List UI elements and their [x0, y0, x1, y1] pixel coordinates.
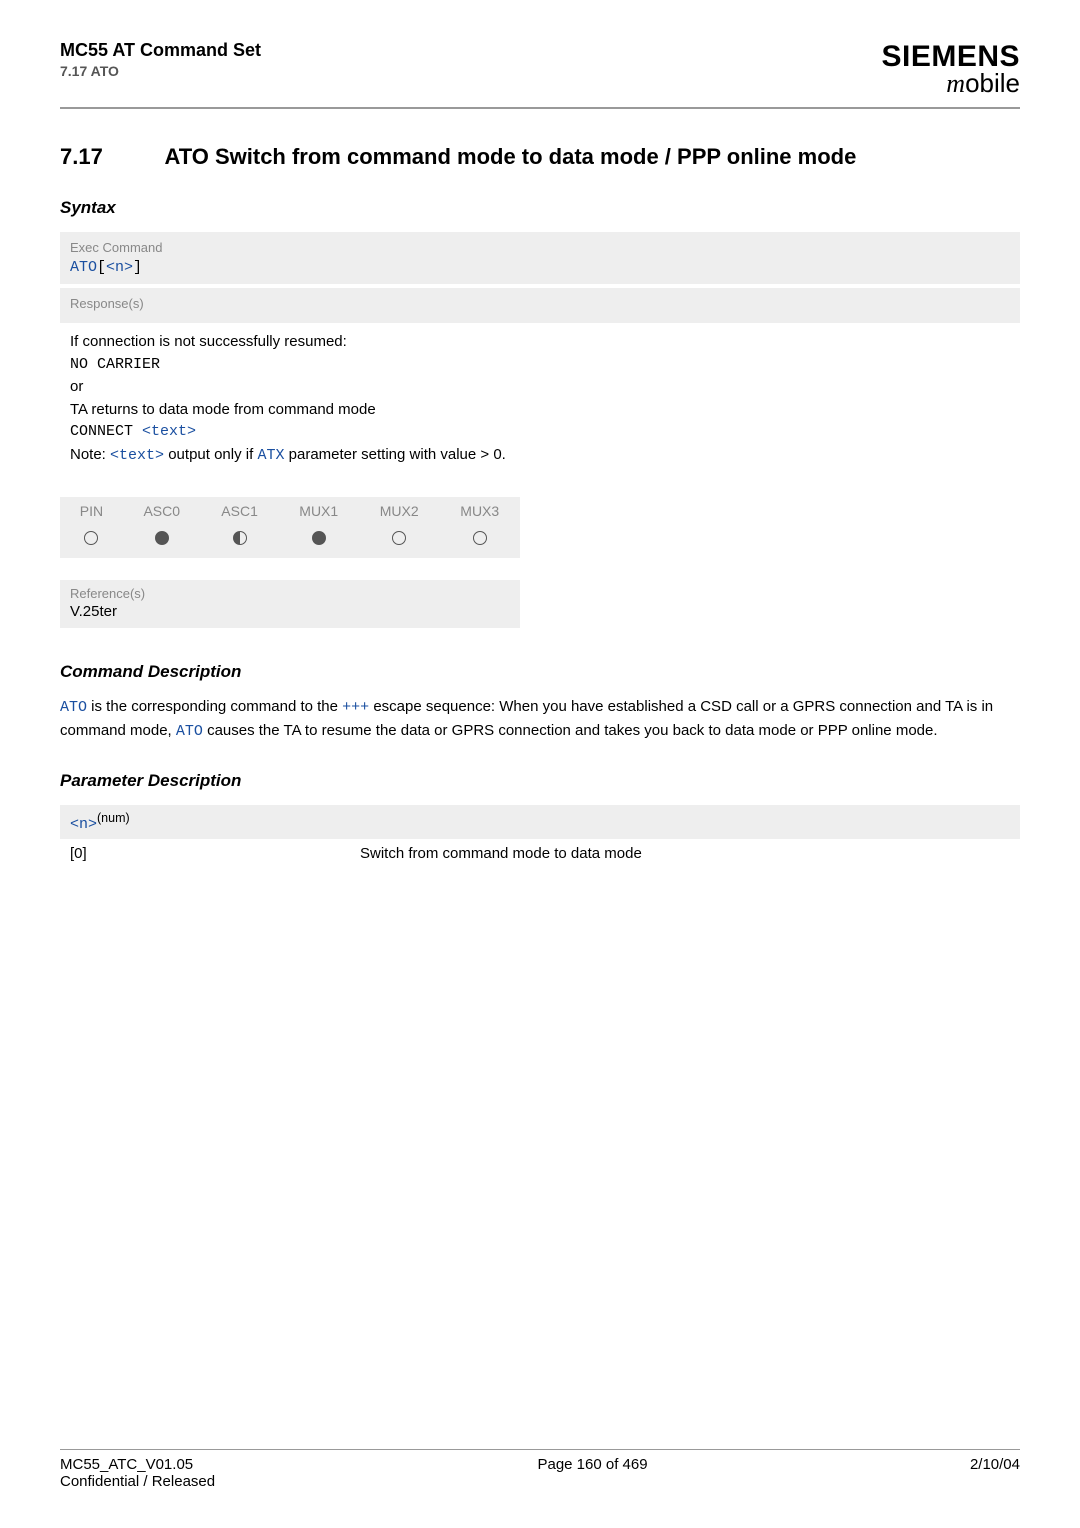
indicator-header: MUX1	[279, 497, 359, 525]
brand-logo: SIEMENS mobile	[881, 40, 1020, 99]
circle-open-icon	[84, 531, 98, 545]
footer-confidential: Confidential / Released	[60, 1473, 215, 1490]
reference-value: V.25ter	[60, 603, 520, 628]
section-number: 7.17	[60, 144, 160, 170]
response-note: Note: <text> output only if ATX paramete…	[70, 444, 1010, 468]
response-header-box: Response(s)	[60, 288, 1020, 323]
doc-section: 7.17 ATO	[60, 63, 261, 79]
param-desc-heading: Parameter Description	[60, 771, 1020, 791]
circle-open-icon	[392, 531, 406, 545]
response-line: TA returns to data mode from command mod…	[70, 399, 1010, 422]
response-line: If connection is not successfully resume…	[70, 331, 1010, 354]
reference-label: Reference(s)	[60, 580, 520, 603]
section-title: ATO Switch from command mode to data mod…	[164, 144, 984, 170]
exec-command-box: Exec Command ATO[<n>]	[60, 232, 1020, 284]
footer-version: MC55_ATC_V01.05	[60, 1456, 215, 1473]
indicator-table: PIN ASC0 ASC1 MUX1 MUX2 MUX3	[60, 497, 520, 558]
param-sup: (num)	[97, 811, 130, 825]
page-footer: MC55_ATC_V01.05 Confidential / Released …	[60, 1449, 1020, 1490]
cmd-desc-heading: Command Description	[60, 662, 1020, 682]
footer-date: 2/10/04	[970, 1456, 1020, 1490]
exec-label: Exec Command	[70, 240, 1010, 255]
doc-title: MC55 AT Command Set	[60, 40, 261, 61]
param-name: <n>	[70, 816, 97, 833]
indicator-header: ASC0	[123, 497, 201, 525]
circle-open-icon	[473, 531, 487, 545]
indicator-header: MUX3	[439, 497, 520, 525]
indicator-header: MUX2	[359, 497, 439, 525]
response-body: If connection is not successfully resume…	[60, 323, 1020, 475]
cmd-desc-body: ATO is the corresponding command to the …	[60, 696, 1020, 743]
indicator-row	[60, 525, 520, 558]
response-connect: CONNECT <text>	[70, 421, 1010, 444]
param-key: [0]	[70, 845, 360, 862]
page-header: MC55 AT Command Set 7.17 ATO SIEMENS mob…	[60, 40, 1020, 109]
param-box: <n>(num)	[60, 805, 1020, 839]
footer-page: Page 160 of 469	[537, 1456, 647, 1490]
indicator-header: PIN	[60, 497, 123, 525]
indicator-header: ASC1	[201, 497, 279, 525]
section-heading: 7.17 ATO Switch from command mode to dat…	[60, 144, 1020, 170]
circle-full-icon	[312, 531, 326, 545]
param-value: Switch from command mode to data mode	[360, 845, 642, 862]
exec-command: ATO[<n>]	[70, 259, 1010, 276]
param-row: [0] Switch from command mode to data mod…	[60, 839, 1020, 868]
syntax-heading: Syntax	[60, 198, 1020, 218]
reference-box: Reference(s) V.25ter	[60, 580, 520, 628]
response-code: NO CARRIER	[70, 354, 1010, 377]
circle-half-icon	[233, 531, 247, 545]
circle-full-icon	[155, 531, 169, 545]
response-line: or	[70, 376, 1010, 399]
response-label: Response(s)	[70, 296, 1010, 311]
